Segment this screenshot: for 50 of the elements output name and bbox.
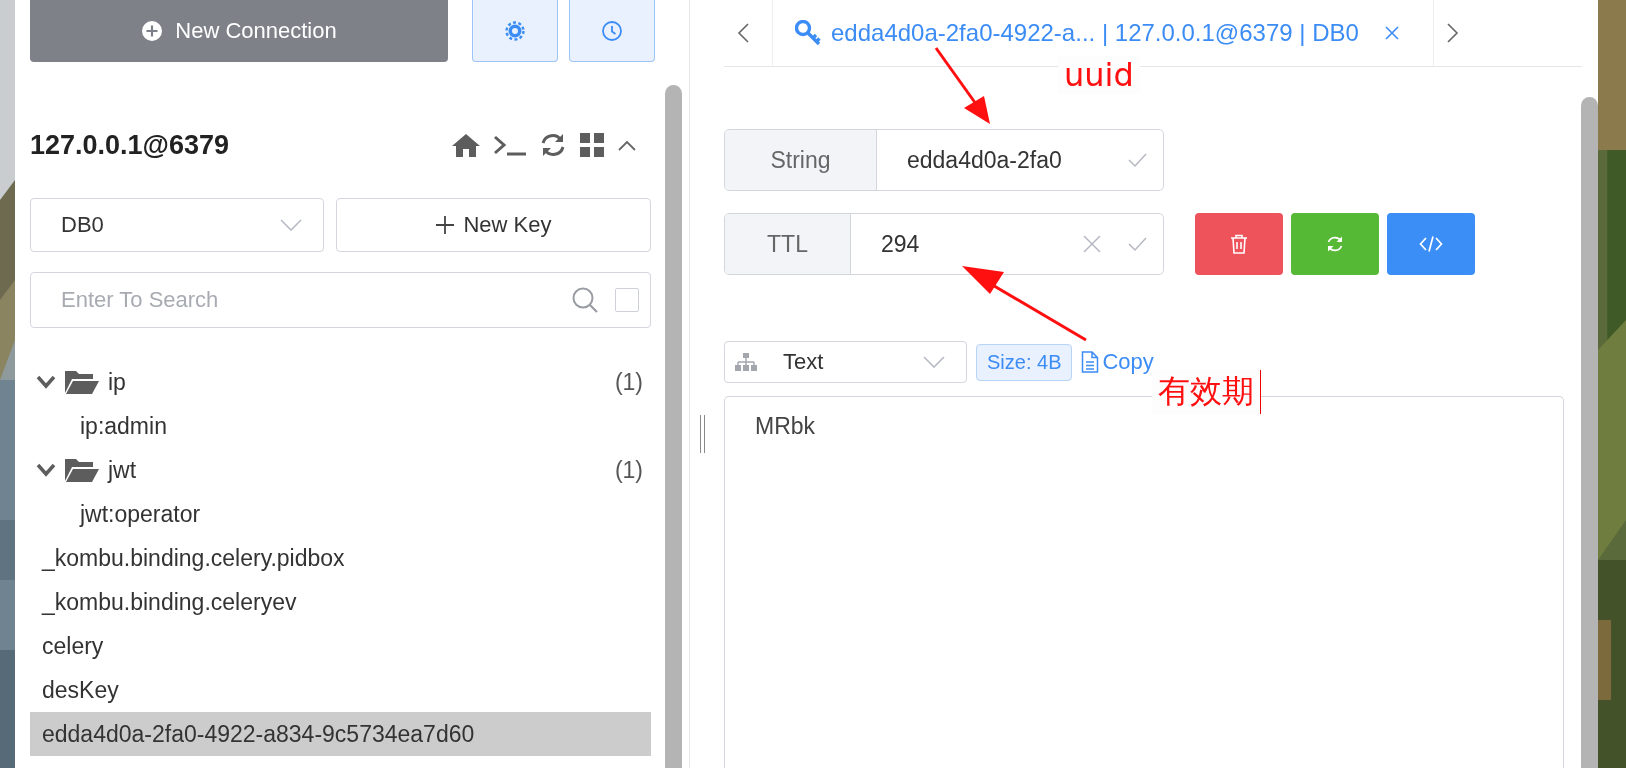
key-row[interactable]: edda4d0a-2fa0-4922-a834-9c5734ea7d60 <box>30 712 651 756</box>
clock-icon <box>601 19 623 42</box>
refresh-icon[interactable] <box>539 131 567 159</box>
plus-circle-icon <box>141 20 164 42</box>
annotation-label: 有效期 <box>1152 370 1261 414</box>
chevron-right-icon[interactable] <box>1445 22 1460 44</box>
folder-row[interactable]: jwt (1) <box>30 448 651 492</box>
format-select[interactable]: Text <box>724 341 967 383</box>
history-button[interactable] <box>569 0 655 62</box>
key-icon <box>795 20 821 46</box>
key-row[interactable]: _kombu.binding.celery.pidbox <box>30 536 651 580</box>
code-button[interactable] <box>1387 213 1475 275</box>
chevron-left-icon[interactable] <box>736 22 750 44</box>
chevron-up-icon[interactable] <box>617 138 637 152</box>
value-text: MRbk <box>755 413 816 439</box>
hierarchy-icon <box>735 353 757 371</box>
key-count: (1) <box>614 368 643 396</box>
folder-icon <box>64 369 100 395</box>
checkbox[interactable] <box>615 288 639 312</box>
chevron-down-icon <box>279 218 303 232</box>
size-tag: Size: 4B <box>976 343 1073 381</box>
server-title: 127.0.0.1@6379 <box>30 129 229 161</box>
scrollbar[interactable] <box>665 85 682 768</box>
key-row[interactable]: _kombu.binding.celeryev <box>30 580 651 624</box>
trash-icon <box>1230 234 1248 254</box>
key-row[interactable]: celery <box>30 624 651 668</box>
document-icon <box>1081 351 1100 373</box>
new-connection-button[interactable]: New Connection <box>30 0 448 62</box>
gear-icon <box>504 19 526 42</box>
new-key-button[interactable]: New Key <box>336 198 651 252</box>
search-icon[interactable] <box>571 286 599 314</box>
chevron-down-icon <box>922 355 946 369</box>
scrollbar[interactable] <box>1581 97 1598 768</box>
settings-button[interactable] <box>472 0 558 62</box>
database-select[interactable]: DB0 <box>30 198 324 252</box>
grid-icon[interactable] <box>579 132 605 158</box>
key-count: (1) <box>614 456 643 484</box>
close-icon[interactable] <box>1384 26 1399 40</box>
plus-icon <box>435 215 456 235</box>
code-icon <box>1419 235 1443 253</box>
delete-button[interactable] <box>1195 213 1283 275</box>
key-row[interactable]: desKey <box>30 668 651 712</box>
resize-handle[interactable] <box>699 415 705 453</box>
home-icon[interactable] <box>451 132 481 158</box>
refresh-icon <box>1326 235 1344 253</box>
search-field[interactable]: Enter To Search <box>30 272 651 328</box>
folder-row[interactable]: ip (1) <box>30 360 651 404</box>
key-row[interactable]: jwt:operator <box>30 492 651 536</box>
key-row[interactable]: ip:admin <box>30 404 651 448</box>
folder-icon <box>64 457 100 483</box>
